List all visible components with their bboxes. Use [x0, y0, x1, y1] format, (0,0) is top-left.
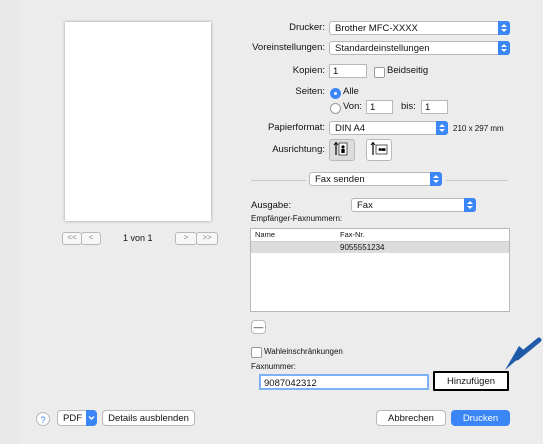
column-fax-header: Fax-Nr.	[340, 230, 365, 239]
print-button[interactable]: Drucken	[451, 410, 510, 426]
cancel-button[interactable]: Abbrechen	[376, 410, 446, 426]
page-navigator: << < 1 von 1 > >>	[62, 232, 218, 245]
section-popup[interactable]: Fax senden	[309, 172, 442, 186]
pages-range-radio[interactable]	[330, 103, 341, 114]
fax-number-label: Faxnummer:	[251, 362, 296, 371]
output-value: Fax	[357, 200, 373, 211]
pdf-menu-button[interactable]: PDF	[57, 410, 97, 426]
remove-recipient-button[interactable]: —	[251, 320, 266, 334]
next-page-button[interactable]: >	[175, 232, 197, 245]
separator-left	[251, 180, 306, 181]
copies-field[interactable]: 1	[329, 64, 367, 78]
prev-page-button[interactable]: <	[81, 232, 101, 245]
duplex-label: Beidseitig	[387, 65, 429, 76]
pages-all-radio[interactable]	[330, 88, 341, 99]
paper-label: Papierformat:	[267, 122, 325, 133]
help-button[interactable]: ?	[36, 412, 50, 426]
output-label: Ausgabe:	[251, 200, 292, 211]
landscape-icon	[370, 141, 388, 155]
dial-restrictions-checkbox[interactable]	[251, 347, 262, 358]
output-popup[interactable]: Fax	[351, 198, 476, 212]
first-page-button[interactable]: <<	[62, 232, 82, 245]
table-header: Name Fax-Nr.	[251, 229, 509, 242]
landscape-button[interactable]	[366, 139, 392, 161]
copies-label: Kopien:	[292, 65, 325, 76]
pages-to-field[interactable]: 1	[421, 100, 448, 114]
duplex-checkbox[interactable]	[374, 67, 385, 78]
dial-restrictions-label: Wahleinschränkungen	[264, 347, 343, 356]
pdf-chevron-down-icon	[86, 410, 97, 426]
table-row[interactable]: 9055551234	[251, 242, 509, 253]
section-value: Fax senden	[315, 174, 365, 185]
pointer-arrow-icon	[505, 337, 542, 370]
page-indicator: 1 von 1	[123, 233, 153, 243]
portrait-icon	[333, 141, 348, 156]
row-fax: 9055551234	[340, 243, 385, 252]
popup-arrows-icon	[430, 172, 442, 186]
column-name-header: Name	[255, 230, 276, 239]
page-preview	[65, 22, 211, 221]
pages-from-label: Von:	[343, 101, 363, 112]
printer-label: Drucker:	[289, 22, 325, 33]
portrait-button[interactable]	[329, 139, 355, 161]
popup-arrows-icon	[498, 21, 510, 35]
separator-right	[446, 180, 508, 181]
recipients-table[interactable]: Name Fax-Nr. 9055551234	[250, 228, 510, 312]
popup-arrows-icon	[464, 198, 476, 212]
printer-popup[interactable]: Brother MFC-XXXX	[329, 21, 510, 35]
pages-from-field[interactable]: 1	[366, 100, 393, 114]
paper-popup[interactable]: DIN A4	[329, 121, 448, 135]
fax-number-input[interactable]: 9087042312	[259, 374, 429, 390]
presets-value: Standardeinstellungen	[335, 43, 430, 54]
presets-popup[interactable]: Standardeinstellungen	[329, 41, 510, 55]
recipients-label: Empfänger-Faxnummern:	[251, 214, 343, 223]
pdf-label: PDF	[63, 413, 82, 424]
hide-details-button[interactable]: Details ausblenden	[102, 410, 195, 426]
presets-label: Voreinstellungen:	[252, 42, 325, 53]
pages-label: Seiten:	[295, 86, 325, 97]
last-page-button[interactable]: >>	[196, 232, 218, 245]
orientation-label: Ausrichtung:	[272, 144, 325, 155]
paper-value: DIN A4	[335, 123, 366, 134]
paper-size-text: 210 x 297 mm	[453, 124, 504, 133]
popup-arrows-icon	[498, 41, 510, 55]
printer-value: Brother MFC-XXXX	[335, 23, 418, 34]
pages-to-label: bis:	[401, 101, 416, 112]
pages-all-label: Alle	[343, 86, 359, 97]
popup-arrows-icon	[436, 121, 448, 135]
